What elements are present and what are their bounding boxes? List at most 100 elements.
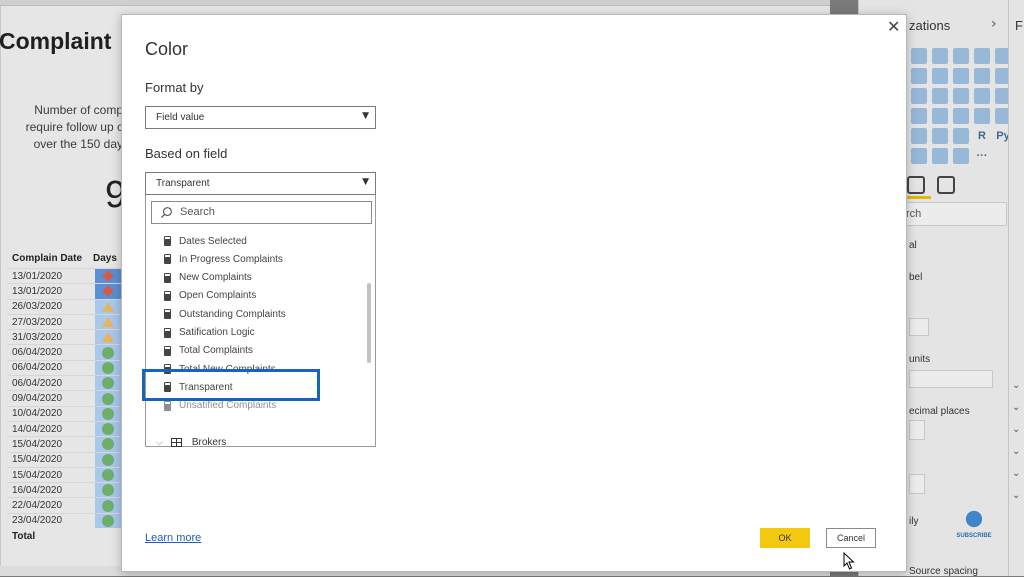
- units-dropdown[interactable]: [909, 370, 993, 388]
- clustered-bar-icon[interactable]: [953, 48, 969, 64]
- pie-chart-icon[interactable]: [932, 88, 948, 104]
- format-by-dropdown[interactable]: Field value ▼: [145, 106, 376, 129]
- table-row: 10/04/2020: [7, 405, 125, 421]
- chevron-down-icon[interactable]: ⌄: [1012, 490, 1020, 501]
- complain-date-cell: 23/04/2020: [12, 515, 63, 527]
- days-indicator-cell: [95, 376, 121, 391]
- days-indicator-cell: [95, 284, 121, 299]
- field-item[interactable]: Open Complaints: [164, 287, 256, 305]
- learn-more-link[interactable]: Learn more: [145, 532, 201, 544]
- field-item[interactable]: Outstanding Complaints: [164, 305, 286, 323]
- field-item[interactable]: New Complaints: [164, 269, 252, 287]
- circle-status-icon: [102, 469, 114, 481]
- field-item[interactable]: In Progress Complaints: [164, 250, 283, 268]
- field-item-label: New Complaints: [179, 272, 252, 284]
- pane-tabs: [907, 172, 967, 198]
- treemap-icon[interactable]: [974, 88, 990, 104]
- slicer-icon[interactable]: [911, 128, 927, 144]
- field-search-input[interactable]: Search: [151, 201, 372, 224]
- ok-button[interactable]: OK: [760, 528, 810, 548]
- stacked-bar-icon[interactable]: [911, 48, 927, 64]
- based-on-field-dropdown[interactable]: Transparent ▼: [145, 172, 376, 195]
- more-visuals-icon[interactable]: ···: [974, 148, 990, 164]
- field-item-label: In Progress Complaints: [179, 253, 283, 265]
- text-size-stepper[interactable]: [909, 474, 925, 494]
- qna-icon[interactable]: [911, 148, 927, 164]
- format-by-value: Field value: [156, 112, 205, 123]
- complain-date-cell: 27/03/2020: [12, 316, 63, 328]
- circle-status-icon: [102, 514, 114, 527]
- close-icon[interactable]: ✕: [887, 17, 905, 37]
- donut-chart-icon[interactable]: [953, 88, 969, 104]
- chevron-down-icon[interactable]: ⌄: [1012, 468, 1020, 479]
- table-group-label: Brokers: [191, 437, 227, 448]
- table-row: 13/01/2020: [7, 283, 125, 299]
- field-item[interactable]: Dates Selected: [164, 232, 247, 250]
- cancel-button[interactable]: Cancel: [826, 528, 876, 548]
- calculator-icon: [164, 327, 171, 338]
- days-indicator-cell: [95, 498, 121, 513]
- highlight-box: [142, 369, 320, 401]
- line-column-icon[interactable]: [953, 68, 969, 84]
- table-row: 27/03/2020: [7, 313, 125, 330]
- table-row: 16/04/2020: [7, 482, 125, 498]
- chevron-down-icon[interactable]: ⌄: [1012, 402, 1020, 413]
- complain-date-cell: 14/04/2020: [12, 423, 63, 435]
- days-indicator-cell: [95, 360, 121, 376]
- eraser-icon[interactable]: [909, 318, 929, 336]
- stacked-column-icon[interactable]: [932, 48, 948, 64]
- area-chart-icon[interactable]: [932, 68, 948, 84]
- r-visual-icon[interactable]: R: [974, 128, 990, 144]
- ribbon-chart-icon[interactable]: [974, 68, 990, 84]
- field-item[interactable]: Total Complaints: [164, 342, 253, 360]
- complain-date-cell: 16/04/2020: [12, 484, 63, 496]
- field-item[interactable]: Satification Logic: [164, 324, 255, 342]
- format-search-input[interactable]: rch: [903, 202, 1007, 226]
- funnel-icon[interactable]: [911, 108, 927, 124]
- calculator-icon: [164, 236, 171, 246]
- decomposition-tree-icon[interactable]: [953, 148, 969, 164]
- complain-date-cell: 15/04/2020: [12, 469, 63, 481]
- visualizations-pane-title: zations: [909, 18, 951, 33]
- days-indicator-cell: [95, 513, 121, 529]
- table-row: 09/04/2020: [7, 390, 125, 406]
- complain-date-cell: 13/01/2020: [12, 270, 63, 282]
- format-label: bel: [909, 272, 923, 283]
- subscribe-watermark: SUBSCRIBE: [952, 505, 996, 545]
- scatter-icon[interactable]: [911, 88, 927, 104]
- decimal-places-stepper[interactable]: [909, 420, 925, 440]
- days-indicator-cell: [95, 406, 121, 421]
- report-title: Complaint: [0, 28, 112, 54]
- card-icon[interactable]: [953, 108, 969, 124]
- table-row: 06/04/2020: [7, 359, 125, 376]
- collapse-chevron-icon[interactable]: ›: [991, 16, 997, 32]
- dropdown-arrow-icon: ▼: [362, 177, 369, 187]
- multi-row-card-icon[interactable]: [974, 108, 990, 124]
- list-scrollbar[interactable]: [367, 283, 371, 363]
- table-row: 26/03/2020: [7, 298, 125, 314]
- chevron-down-icon[interactable]: ⌄: [1012, 424, 1020, 435]
- clustered-column-icon[interactable]: [974, 48, 990, 64]
- field-item-label: Unsatified Complaints: [179, 400, 277, 412]
- triangle-status-icon: [102, 332, 114, 343]
- matrix-icon[interactable]: [953, 128, 969, 144]
- analytics-magnifier-icon[interactable]: [937, 176, 955, 194]
- table-group-brokers[interactable]: ⌵ Brokers: [156, 437, 226, 448]
- format-paint-roller-icon[interactable]: [907, 176, 925, 194]
- gauge-icon[interactable]: [932, 108, 948, 124]
- filters-pane-title: F: [1015, 18, 1023, 33]
- table-row: 15/04/2020: [7, 466, 125, 483]
- mouse-cursor-icon: [843, 552, 855, 570]
- circle-status-icon: [102, 453, 114, 466]
- calculator-icon: [164, 345, 171, 356]
- chevron-down-icon[interactable]: ⌄: [1012, 380, 1020, 391]
- format-label: ecimal places: [909, 406, 970, 417]
- column-header-days: Days: [93, 252, 117, 264]
- chevron-down-icon[interactable]: ⌄: [1012, 446, 1020, 457]
- calculator-icon: [164, 309, 171, 320]
- key-influencers-icon[interactable]: [932, 148, 948, 164]
- circle-status-icon: [102, 423, 114, 436]
- line-chart-icon[interactable]: [911, 68, 927, 84]
- days-indicator-cell: [95, 330, 121, 345]
- table-icon[interactable]: [932, 128, 948, 144]
